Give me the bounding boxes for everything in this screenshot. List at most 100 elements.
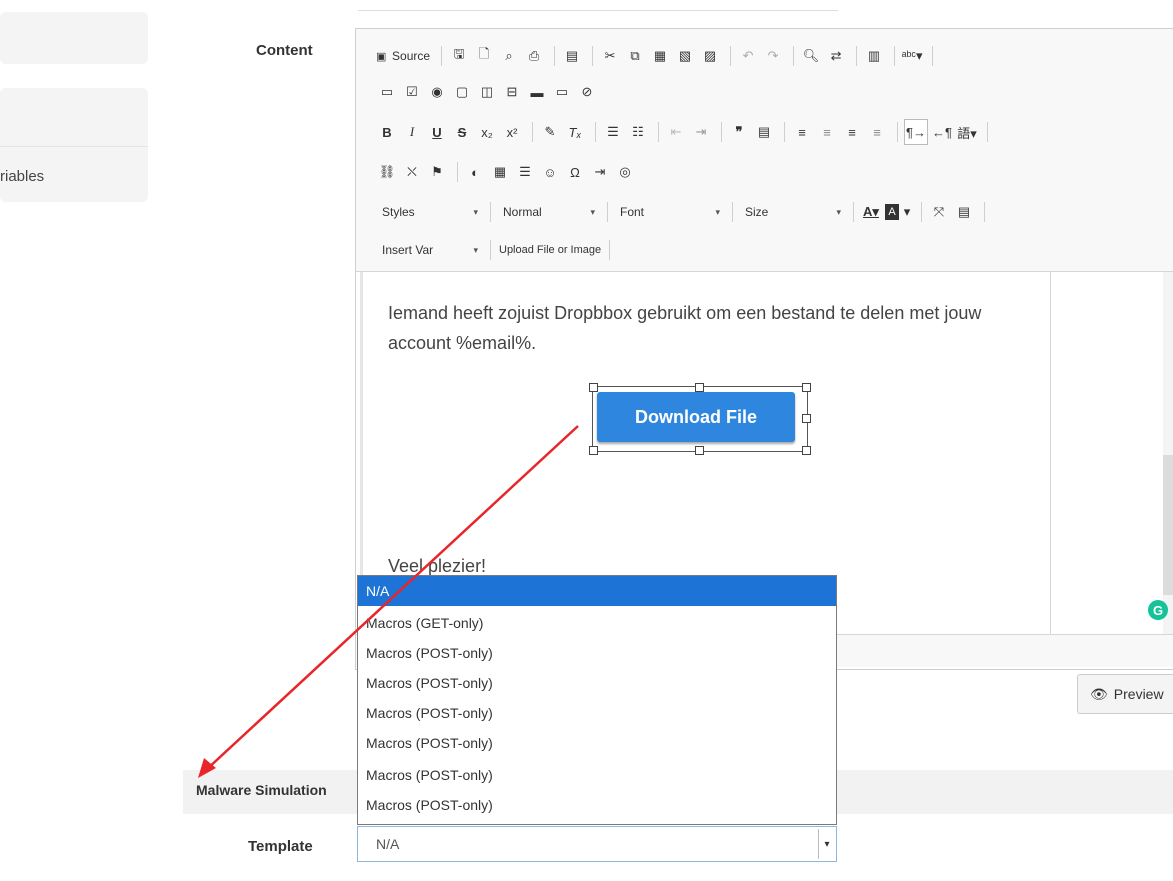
page-break-icon[interactable]: ⇥ [589,160,611,184]
select-all-icon[interactable]: ▥ [863,44,885,68]
dropdown-option[interactable]: Macros (POST-only) [358,728,836,758]
content-label: Content [256,42,313,59]
align-justify-icon[interactable]: ≡ [866,120,888,144]
outdent-icon[interactable]: ⇤ [665,120,687,144]
templates-icon[interactable]: ▤ [561,44,583,68]
format-combo[interactable]: Normal ▾ [497,200,601,224]
special-char-icon[interactable]: Ω [564,160,586,184]
indent-icon[interactable]: ⇥ [690,120,712,144]
flash-icon[interactable]: ◐ [464,160,486,184]
chevron-down-icon: ▾ [473,244,478,255]
anchor-flag-icon[interactable]: ⚑ [426,160,448,184]
button-field-icon[interactable]: ▬ [526,80,548,104]
paste-word-icon[interactable]: ▨ [699,44,721,68]
resize-handle[interactable] [589,446,598,455]
preview-button[interactable]: 👁︎ Preview [1077,674,1173,714]
paste-icon[interactable]: ▦ [649,44,671,68]
checkbox-icon[interactable]: ☑ [401,80,423,104]
paste-text-icon[interactable]: ▧ [674,44,696,68]
preview-doc-icon[interactable]: ⌕ [498,44,520,68]
smiley-icon[interactable]: ☺ [539,160,561,184]
resize-handle[interactable] [695,446,704,455]
scrollbar-thumb[interactable] [1163,455,1173,595]
template-select[interactable]: N/A [357,826,837,862]
italic-icon[interactable]: I [401,120,423,144]
align-left-icon[interactable]: ≡ [791,120,813,144]
toolbar-separator [441,46,443,66]
dropdown-option[interactable]: Macros (POST-only) [358,668,836,698]
eye-icon: 👁︎ [1090,685,1108,702]
ltr-icon[interactable]: ¶→ [904,119,928,145]
sidebar-item-variables[interactable]: riables [0,168,44,185]
bulleted-list-icon[interactable]: ☷ [627,120,649,144]
numbered-list-icon[interactable]: ☰ [602,120,624,144]
download-file-button[interactable]: Download File [597,392,795,442]
source-button[interactable]: ▣ Source [376,44,432,68]
image-button-icon[interactable]: ▭ [551,80,573,104]
resize-handle[interactable] [589,383,598,392]
save-icon[interactable]: 🖫 [448,44,470,68]
dropdown-option[interactable]: Macros (POST-only) [358,790,836,820]
cut-icon[interactable]: ✂ [599,44,621,68]
bg-color-icon[interactable]: A [885,204,899,220]
dropdown-option[interactable]: Macros (POST-only) [358,760,836,790]
grammarly-icon[interactable]: G [1148,600,1168,620]
resize-handle[interactable] [695,383,704,392]
language-icon[interactable]: 語▾ [956,120,978,144]
table-icon[interactable]: ▦ [489,160,511,184]
insert-var-combo[interactable]: Insert Var ▾ [376,238,484,262]
email-closing-text: Veel plezier! [388,556,487,576]
blockquote-icon[interactable]: ❞ [728,120,750,144]
upload-file-button[interactable]: Upload File or Image [497,244,603,256]
strike-icon[interactable]: S [451,120,473,144]
chevron-down-icon: ▾ [715,206,720,217]
select-field-icon[interactable]: ⊟ [501,80,523,104]
textarea-icon[interactable]: ◫ [476,80,498,104]
superscript-icon[interactable]: x² [501,120,523,144]
form-icon[interactable]: ▭ [376,80,398,104]
unlink-icon[interactable]: ⛌ [401,160,423,184]
iframe-icon[interactable]: ◎ [614,160,636,184]
dropdown-option[interactable]: Macros (POST-only) [358,698,836,728]
dropdown-option[interactable]: Macros (POST-only) [358,638,836,668]
align-right-icon[interactable]: ≡ [841,120,863,144]
horizontal-line-icon[interactable]: ☰ [514,160,536,184]
textfield-icon[interactable]: ▢ [451,80,473,104]
chevron-down-icon: ▾ [473,206,478,217]
radio-icon[interactable]: ◉ [426,80,448,104]
remove-format-icon[interactable]: Tₓ [564,120,586,144]
chevron-down-icon[interactable]: ▾ [818,829,835,859]
template-label: Template [248,838,313,855]
subscript-icon[interactable]: x₂ [476,120,498,144]
font-combo[interactable]: Font ▾ [614,200,726,224]
maximize-icon[interactable]: ⤧ [928,200,950,224]
redo-icon[interactable]: ↷ [762,44,784,68]
show-blocks-icon[interactable]: ▤ [953,200,975,224]
resize-handle[interactable] [802,383,811,392]
resize-handle[interactable] [802,446,811,455]
rtl-icon[interactable]: ←¶ [931,120,953,144]
chevron-down-icon: ▾ [903,204,911,219]
underline-icon[interactable]: U [426,120,448,144]
bold-icon[interactable]: B [376,120,398,144]
resize-handle[interactable] [802,414,811,423]
find-icon[interactable]: 🔍︎ [800,44,822,68]
hidden-field-icon[interactable]: ⊘ [576,80,598,104]
dropdown-option[interactable]: N/A [358,576,836,606]
div-icon[interactable]: ▤ [753,120,775,144]
styles-combo[interactable]: Styles ▾ [376,200,484,224]
link-icon[interactable]: ⛓ [376,160,398,184]
new-page-icon[interactable]: 🗋 [473,44,495,68]
copy-format-icon[interactable]: ✎ [539,120,561,144]
spellcheck-icon[interactable]: ᵃᵇᶜ▾ [901,44,923,68]
align-center-icon[interactable]: ≡ [816,120,838,144]
text-color-icon[interactable]: A▾ [860,200,882,224]
dropdown-option[interactable]: Macros (GET-only) [358,608,836,638]
undo-icon[interactable]: ↶ [737,44,759,68]
email-body-paragraph: Iemand heeft zojuist Dropbbox gebruikt o… [388,303,982,353]
size-combo[interactable]: Size ▾ [739,200,847,224]
toolbar-row-2: ▭ ☑ ◉ ▢ ◫ ⊟ ▬ ▭ ⊘ [376,77,601,107]
copy-icon[interactable]: ⧉ [624,44,646,68]
print-icon[interactable]: ⎙ [523,44,545,68]
replace-icon[interactable]: ⇄ [825,44,847,68]
